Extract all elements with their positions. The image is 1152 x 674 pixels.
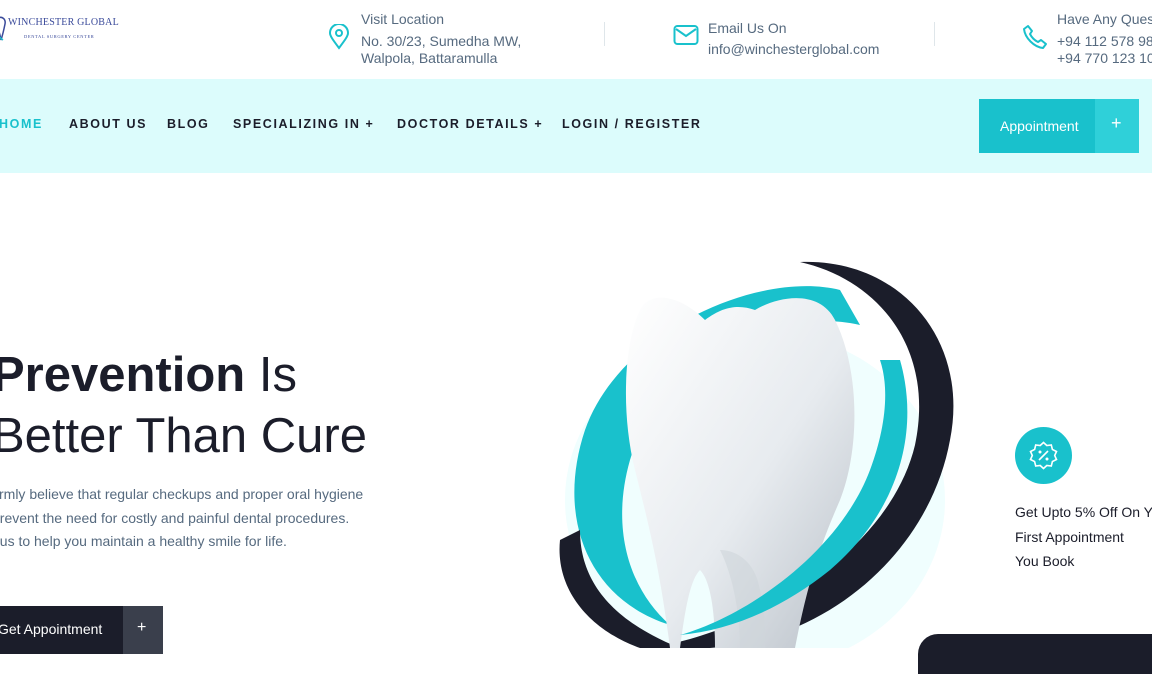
hero-title: Prevention Is Better Than Cure (0, 345, 367, 467)
tooth-illustration (559, 261, 954, 648)
appointment-plus-box: + (1095, 99, 1139, 153)
hero-text-line-3: t us to help you maintain a healthy smil… (0, 533, 287, 549)
hero-title-rest: Is (245, 348, 297, 402)
nav-specializing-in[interactable]: SPECIALIZING IN + (233, 117, 374, 131)
location-line-1: No. 30/23, Sumedha MW, (361, 33, 522, 49)
offer-line-1: Get Upto 5% Off On Yo (1015, 504, 1152, 520)
get-appointment-label: Get Appointment (0, 621, 103, 637)
nav-blog[interactable]: BLOG (167, 117, 210, 131)
phone-number-1[interactable]: +94 112 578 98 (1057, 33, 1152, 49)
location-pin-icon (328, 24, 350, 50)
percent-icon (1029, 441, 1058, 470)
hero-text-line-2: prevent the need for costly and painful … (0, 509, 350, 526)
divider (934, 22, 935, 46)
phone-title: Have Any Ques (1057, 11, 1152, 27)
logo-brand-text: WINCHESTER GLOBAL (8, 17, 119, 28)
tooth-logo-icon (0, 16, 6, 41)
plus-icon: + (137, 619, 147, 636)
divider (604, 22, 605, 46)
location-title: Visit Location (361, 11, 445, 27)
hero-description: firmly believe that regular checkups and… (0, 483, 363, 554)
get-appointment-button[interactable]: Get Appointment + (0, 606, 163, 654)
discount-badge-icon (1015, 427, 1072, 484)
email-address[interactable]: info@winchesterglobal.com (708, 41, 879, 57)
appointment-button[interactable]: Appointment + (979, 99, 1139, 153)
mail-icon (673, 25, 699, 45)
phone-number-2[interactable]: +94 770 123 10 (1057, 50, 1152, 66)
offer-line-2: First Appointment (1015, 528, 1124, 545)
offer-line-3: You Book (1015, 553, 1075, 569)
logo-tagline: DENTAL SURGERY CENTER (24, 34, 95, 39)
hero-title-line-2: Better Than Cure (0, 409, 367, 463)
hero-title-bold: Prevention (0, 348, 246, 402)
get-appointment-plus-box: + (123, 606, 163, 654)
plus-icon: + (1111, 113, 1122, 133)
dark-info-card (918, 634, 1152, 674)
phone-icon (1023, 25, 1047, 49)
site-logo[interactable]: WINCHESTER GLOBAL DENTAL SURGERY CENTER (0, 14, 119, 44)
nav-login-register[interactable]: LOGIN / REGISTER (562, 117, 702, 131)
appointment-button-label: Appointment (1000, 118, 1079, 134)
offer-text: Get Upto 5% Off On Yo First Appointment … (1015, 500, 1152, 574)
location-line-2: Walpola, Battaramulla (361, 50, 498, 66)
top-info-bar: WINCHESTER GLOBAL DENTAL SURGERY CENTER … (0, 0, 1152, 78)
nav-doctor-details[interactable]: DOCTOR DETAILS + (397, 117, 543, 131)
nav-about-us[interactable]: ABOUT US (69, 117, 147, 131)
hero-text-line-1: firmly believe that regular checkups and… (0, 486, 364, 502)
nav-home[interactable]: HOME (0, 117, 43, 131)
email-title: Email Us On (708, 20, 787, 36)
